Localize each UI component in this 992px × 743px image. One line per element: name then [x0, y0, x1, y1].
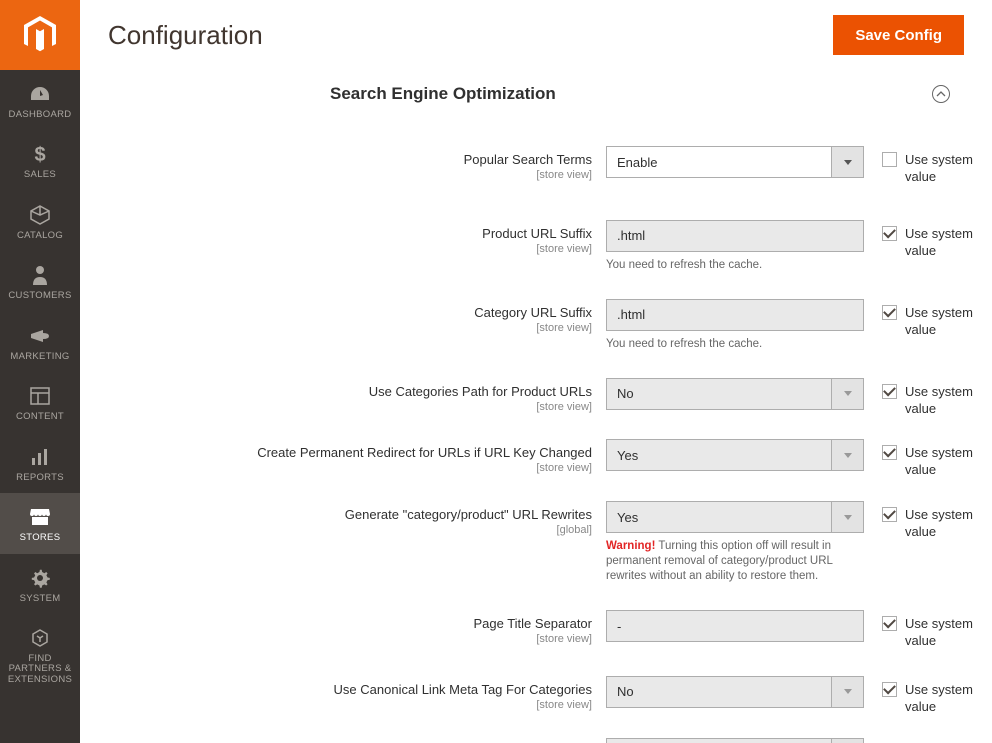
field-label: Generate "category/product" URL Rewrites	[80, 507, 592, 524]
field-label: Page Title Separator	[80, 616, 592, 633]
use-system-value-checkbox[interactable]: Use system value	[882, 445, 974, 479]
use-system-value-checkbox[interactable]: Use system value	[882, 616, 974, 650]
field-label: Use Canonical Link Meta Tag For Categori…	[80, 682, 592, 699]
sidebar-item-sales[interactable]: $ SALES	[0, 130, 80, 190]
canonical-products-select[interactable]: No	[606, 738, 864, 743]
chevron-up-icon[interactable]	[932, 85, 950, 103]
gear-icon	[30, 566, 50, 590]
checkbox-icon	[882, 507, 897, 522]
megaphone-icon	[29, 324, 51, 348]
magento-logo-icon	[24, 16, 56, 54]
gauge-icon	[29, 82, 51, 106]
scope-label: [store view]	[80, 462, 592, 474]
magento-logo[interactable]	[0, 0, 80, 70]
sidebar-item-content[interactable]: CONTENT	[0, 372, 80, 432]
chevron-down-icon	[832, 676, 864, 708]
sidebar-item-marketing[interactable]: MARKETING	[0, 312, 80, 372]
chevron-down-icon	[832, 378, 864, 410]
svg-text:$: $	[34, 144, 45, 165]
canonical-categories-select[interactable]: No	[606, 676, 864, 708]
sidebar-item-catalog[interactable]: CATALOG	[0, 191, 80, 251]
chevron-down-icon	[832, 501, 864, 533]
use-system-value-checkbox[interactable]: Use system value	[882, 507, 974, 541]
dollar-icon: $	[33, 142, 47, 166]
scope-label: [store view]	[80, 169, 592, 181]
sidebar-item-system[interactable]: SYSTEM	[0, 554, 80, 614]
field-label: Create Permanent Redirect for URLs if UR…	[80, 445, 592, 462]
generate-rewrites-select[interactable]: Yes	[606, 501, 864, 533]
section-header-seo[interactable]: Search Engine Optimization	[80, 70, 980, 118]
use-system-value-checkbox[interactable]: Use system value	[882, 682, 974, 716]
partners-icon	[30, 626, 50, 650]
use-system-value-checkbox[interactable]: Use system value	[882, 305, 974, 339]
field-canonical-products: Use Canonical Link Meta Tag For Products…	[80, 724, 980, 743]
save-config-button[interactable]: Save Config	[833, 15, 964, 55]
admin-sidebar: DASHBOARD $ SALES CATALOG CUSTOMERS MARK…	[0, 0, 80, 743]
chevron-down-icon	[832, 738, 864, 743]
section-title: Search Engine Optimization	[330, 84, 556, 104]
hint-text: Warning! Turning this option off will re…	[606, 539, 864, 584]
scope-label: [global]	[80, 524, 592, 536]
field-popular-search-terms: Popular Search Terms [store view] Enable…	[80, 118, 980, 194]
category-url-suffix-input[interactable]	[606, 299, 864, 331]
checkbox-icon	[882, 616, 897, 631]
bars-icon	[30, 445, 50, 469]
use-system-value-checkbox[interactable]: Use system value	[882, 384, 974, 418]
field-label: Use Categories Path for Product URLs	[80, 384, 592, 401]
store-icon	[29, 505, 51, 529]
scope-label: [store view]	[80, 322, 592, 334]
use-system-value-checkbox[interactable]: Use system value	[882, 226, 974, 260]
field-canonical-categories: Use Canonical Link Meta Tag For Categori…	[80, 658, 980, 724]
field-generate-rewrites: Generate "category/product" URL Rewrites…	[80, 487, 980, 592]
hint-text: You need to refresh the cache.	[606, 337, 864, 352]
config-main: Search Engine Optimization Popular Searc…	[80, 70, 992, 743]
field-page-title-sep: Page Title Separator [store view] Use sy…	[80, 592, 980, 658]
field-product-url-suffix: Product URL Suffix [store view] You need…	[80, 194, 980, 281]
field-permanent-redirect: Create Permanent Redirect for URLs if UR…	[80, 425, 980, 487]
layout-icon	[30, 384, 50, 408]
scope-label: [store view]	[80, 401, 592, 413]
checkbox-icon	[882, 682, 897, 697]
checkbox-icon	[882, 445, 897, 460]
permanent-redirect-select[interactable]: Yes	[606, 439, 864, 471]
page-title: Configuration	[108, 20, 263, 51]
hint-text: You need to refresh the cache.	[606, 258, 864, 273]
use-system-value-checkbox[interactable]: Use system value	[882, 152, 974, 186]
product-url-suffix-input[interactable]	[606, 220, 864, 252]
page-header: Configuration Save Config	[80, 0, 992, 70]
sidebar-item-dashboard[interactable]: DASHBOARD	[0, 70, 80, 130]
field-category-url-suffix: Category URL Suffix [store view] You nee…	[80, 281, 980, 360]
checkbox-icon	[882, 226, 897, 241]
field-use-categories-path: Use Categories Path for Product URLs [st…	[80, 360, 980, 426]
field-label: Category URL Suffix	[80, 305, 592, 322]
checkbox-icon	[882, 384, 897, 399]
scope-label: [store view]	[80, 633, 592, 645]
person-icon	[32, 263, 48, 287]
sidebar-item-stores[interactable]: STORES	[0, 493, 80, 553]
page-title-sep-input[interactable]	[606, 610, 864, 642]
field-label: Popular Search Terms	[80, 152, 592, 169]
scope-label: [store view]	[80, 699, 592, 711]
checkbox-icon	[882, 305, 897, 320]
field-label: Product URL Suffix	[80, 226, 592, 243]
sidebar-item-customers[interactable]: CUSTOMERS	[0, 251, 80, 311]
popular-search-terms-select[interactable]: Enable	[606, 146, 864, 178]
box-icon	[30, 203, 50, 227]
chevron-down-icon	[832, 146, 864, 178]
checkbox-icon	[882, 152, 897, 167]
scope-label: [store view]	[80, 243, 592, 255]
use-categories-path-select[interactable]: No	[606, 378, 864, 410]
sidebar-item-reports[interactable]: REPORTS	[0, 433, 80, 493]
chevron-down-icon	[832, 439, 864, 471]
sidebar-item-partners[interactable]: FIND PARTNERS & EXTENSIONS	[0, 614, 80, 695]
